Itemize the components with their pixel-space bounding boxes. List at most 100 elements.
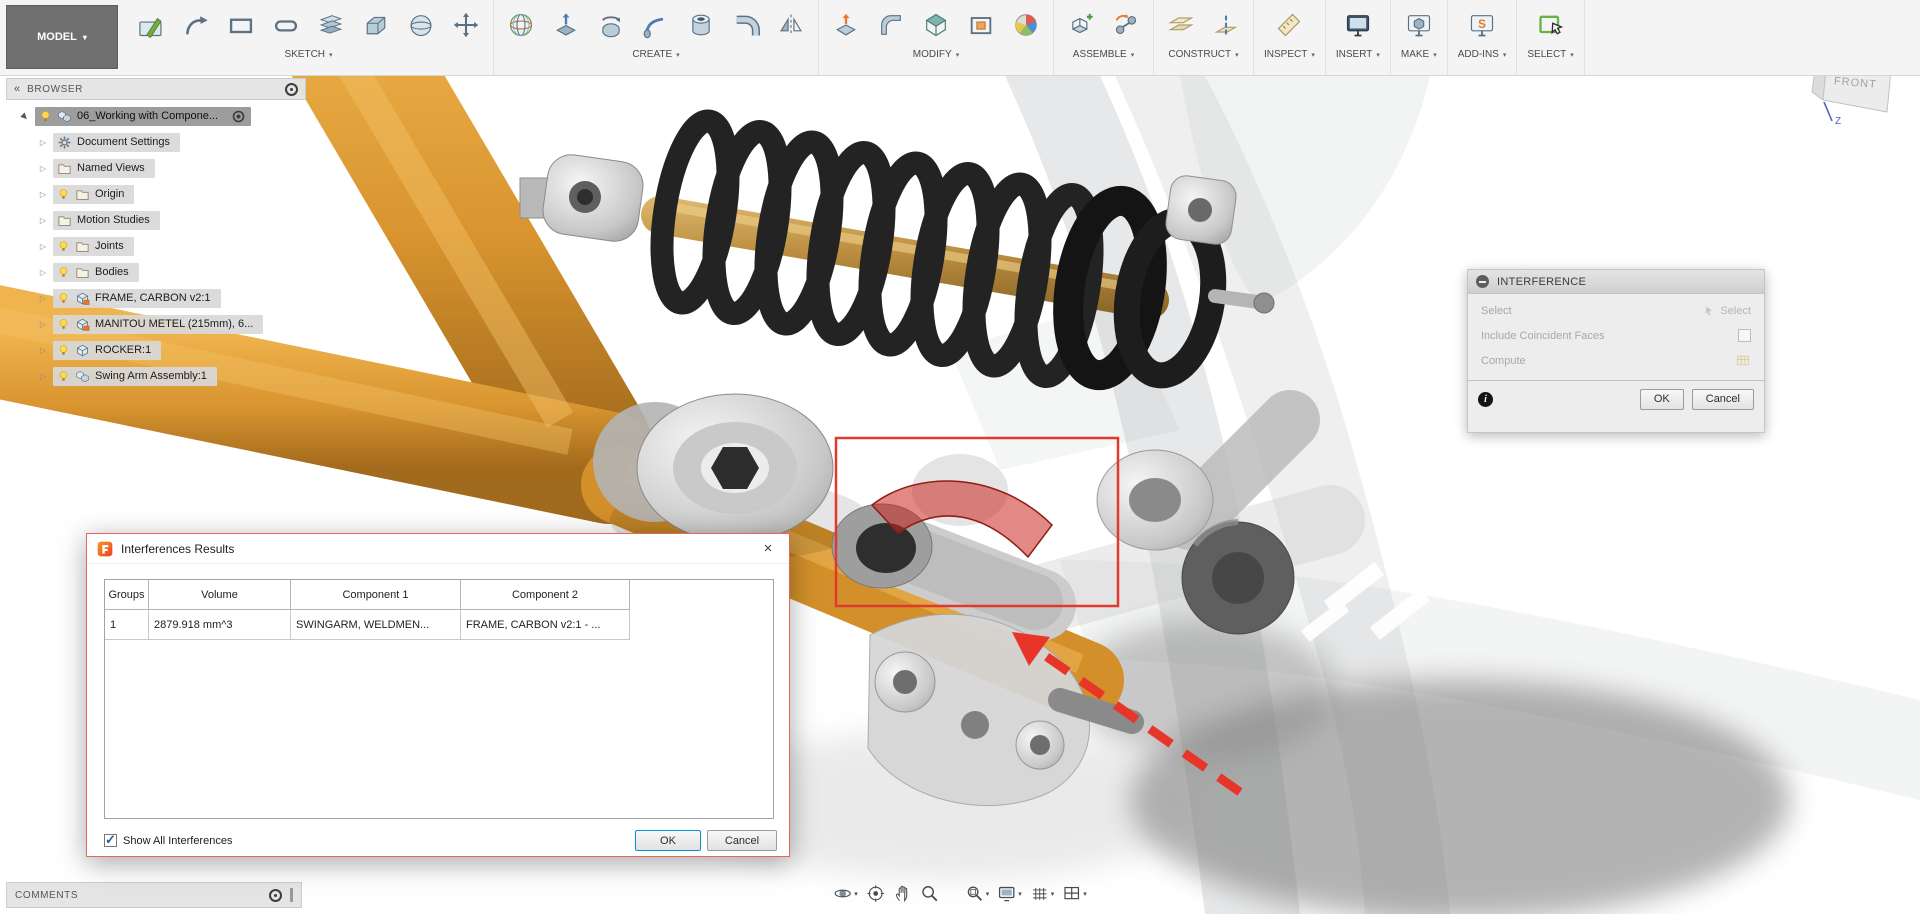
rectangle-icon[interactable]	[224, 8, 258, 42]
collapse-triangle-icon[interactable]: ▶	[17, 108, 33, 124]
comments-options-icon[interactable]	[269, 889, 282, 902]
display-settings-button[interactable]: ▾	[995, 882, 1024, 905]
results-cancel-button[interactable]: Cancel	[707, 830, 777, 851]
expand-triangle-icon[interactable]: ▷	[36, 320, 50, 329]
browser-item-manitou-metel-215mm-6[interactable]: ▷MANITOU METEL (215mm), 6...	[6, 311, 306, 337]
toolbar-menu-make[interactable]: MAKE▾	[1401, 49, 1437, 60]
viewports-button[interactable]: ▾	[1060, 882, 1089, 905]
new-component-icon[interactable]	[1064, 8, 1098, 42]
axis-icon[interactable]	[1209, 8, 1243, 42]
fillet-icon[interactable]	[874, 8, 908, 42]
curved-arrow-icon[interactable]	[179, 8, 213, 42]
pipe-icon[interactable]	[729, 8, 763, 42]
expand-triangle-icon[interactable]: ▷	[36, 164, 50, 173]
insert-mesh-icon[interactable]	[1341, 8, 1375, 42]
bulb-icon[interactable]	[57, 291, 70, 305]
measure-icon[interactable]	[1272, 8, 1306, 42]
toolbar-menu-create[interactable]: CREATE▾	[632, 49, 679, 60]
expand-triangle-icon[interactable]: ▷	[36, 138, 50, 147]
hole-icon[interactable]	[684, 8, 718, 42]
magnifier-button[interactable]	[918, 882, 941, 905]
expand-triangle-icon[interactable]: ▷	[36, 372, 50, 381]
expand-triangle-icon[interactable]: ▷	[36, 216, 50, 225]
radio-active-icon[interactable]	[231, 109, 246, 124]
toolbar-menu-construct[interactable]: CONSTRUCT▾	[1168, 49, 1238, 60]
browser-root-item[interactable]: ▶06_Working with Compone...	[6, 103, 306, 129]
info-icon[interactable]: i	[1478, 392, 1493, 407]
look-at-button[interactable]	[864, 882, 887, 905]
slot-icon[interactable]	[269, 8, 303, 42]
toolbar-menu-select[interactable]: SELECT▾	[1527, 49, 1573, 60]
bulb-icon[interactable]	[57, 239, 70, 253]
pan-hand-button[interactable]	[891, 882, 914, 905]
item-label: ROCKER:1	[95, 344, 151, 356]
bulb-icon[interactable]	[57, 369, 70, 383]
select-button[interactable]: Select	[1703, 305, 1751, 317]
make-3d-print-icon[interactable]	[1402, 8, 1436, 42]
interference-ok-button[interactable]: OK	[1640, 389, 1684, 410]
browser-header[interactable]: « BROWSER	[6, 78, 306, 100]
expand-triangle-icon[interactable]: ▷	[36, 294, 50, 303]
chamfer-block-icon[interactable]	[359, 8, 393, 42]
window-zoom-button[interactable]: ▾	[963, 882, 992, 905]
bulb-icon[interactable]	[57, 265, 70, 279]
lattice-sphere-icon[interactable]	[504, 8, 538, 42]
press-pull-icon[interactable]	[829, 8, 863, 42]
interference-panel-header[interactable]: INTERFERENCE	[1468, 270, 1764, 294]
expand-triangle-icon[interactable]: ▷	[36, 190, 50, 199]
table-row[interactable]: 12879.918 mm^3SWINGARM, WELDMEN...FRAME,…	[105, 610, 773, 640]
sphere-section-icon[interactable]	[404, 8, 438, 42]
comments-panel[interactable]: COMMENTS	[6, 882, 302, 908]
shell-icon[interactable]	[919, 8, 953, 42]
bulb-icon[interactable]	[57, 343, 70, 357]
revolve-icon[interactable]	[594, 8, 628, 42]
mirror-icon[interactable]	[774, 8, 808, 42]
browser-item-bodies[interactable]: ▷Bodies	[6, 259, 306, 285]
move-arrows-icon[interactable]	[449, 8, 483, 42]
offset-plane-icon[interactable]	[1164, 8, 1198, 42]
toolbar-menu-insert[interactable]: INSERT▾	[1336, 49, 1380, 60]
coincident-checkbox[interactable]	[1738, 329, 1751, 342]
browser-item-joints[interactable]: ▷Joints	[6, 233, 306, 259]
expand-triangle-icon[interactable]: ▷	[36, 242, 50, 251]
select-cursor-icon[interactable]	[1534, 8, 1568, 42]
toolbar-group-inspect: INSPECT▾	[1254, 0, 1326, 75]
toolbar-menu-sketch[interactable]: SKETCH▾	[284, 49, 332, 60]
compute-icon[interactable]	[1735, 353, 1751, 368]
browser-item-swing-arm-assembly-1[interactable]: ▷Swing Arm Assembly:1	[6, 363, 306, 389]
close-icon[interactable]: ×	[757, 538, 779, 560]
sweep-icon[interactable]	[639, 8, 673, 42]
browser-item-rocker-1[interactable]: ▷ ROCKER:1	[6, 337, 306, 363]
browser-item-frame-carbon-v2-1[interactable]: ▷FRAME, CARBON v2:1	[6, 285, 306, 311]
expand-triangle-icon[interactable]: ▷	[36, 346, 50, 355]
bulb-icon[interactable]	[39, 109, 52, 123]
browser-item-motion-studies[interactable]: ▷Motion Studies	[6, 207, 306, 233]
toolbar-menu-inspect[interactable]: INSPECT▾	[1264, 49, 1315, 60]
collapse-panel-icon[interactable]: «	[14, 84, 20, 95]
appearance-icon[interactable]	[1009, 8, 1043, 42]
show-all-interferences-checkbox[interactable]	[104, 834, 117, 847]
toolbar-menu-add-ins[interactable]: ADD-INS▾	[1458, 49, 1507, 60]
browser-item-origin[interactable]: ▷Origin	[6, 181, 306, 207]
toolbar-menu-assemble[interactable]: ASSEMBLE▾	[1073, 49, 1134, 60]
extrude-icon[interactable]	[549, 8, 583, 42]
grid-settings-button[interactable]: ▾	[1028, 882, 1057, 905]
bulb-icon[interactable]	[57, 187, 70, 201]
stacked-sheets-icon[interactable]	[314, 8, 348, 42]
results-ok-button[interactable]: OK	[635, 830, 701, 851]
toolbar-menu-modify[interactable]: MODIFY▾	[913, 49, 959, 60]
joint-icon[interactable]	[1109, 8, 1143, 42]
workspace-switcher-button[interactable]: MODEL ▾	[6, 5, 118, 69]
orbit-button[interactable]: ▾	[831, 882, 860, 905]
scripts-addins-icon[interactable]: S	[1465, 8, 1499, 42]
boundary-fill-icon[interactable]	[964, 8, 998, 42]
create-sketch-icon[interactable]	[134, 8, 168, 42]
browser-item-named-views[interactable]: ▷Named Views	[6, 155, 306, 181]
interference-cancel-button[interactable]: Cancel	[1692, 389, 1754, 410]
expand-triangle-icon[interactable]: ▷	[36, 268, 50, 277]
bulb-icon[interactable]	[57, 317, 70, 331]
dialog-title-bar[interactable]: Interferences Results ×	[87, 534, 789, 564]
browser-item-document-settings[interactable]: ▷Document Settings	[6, 129, 306, 155]
panel-options-icon[interactable]	[285, 83, 298, 96]
panel-resize-handle[interactable]	[290, 888, 293, 902]
